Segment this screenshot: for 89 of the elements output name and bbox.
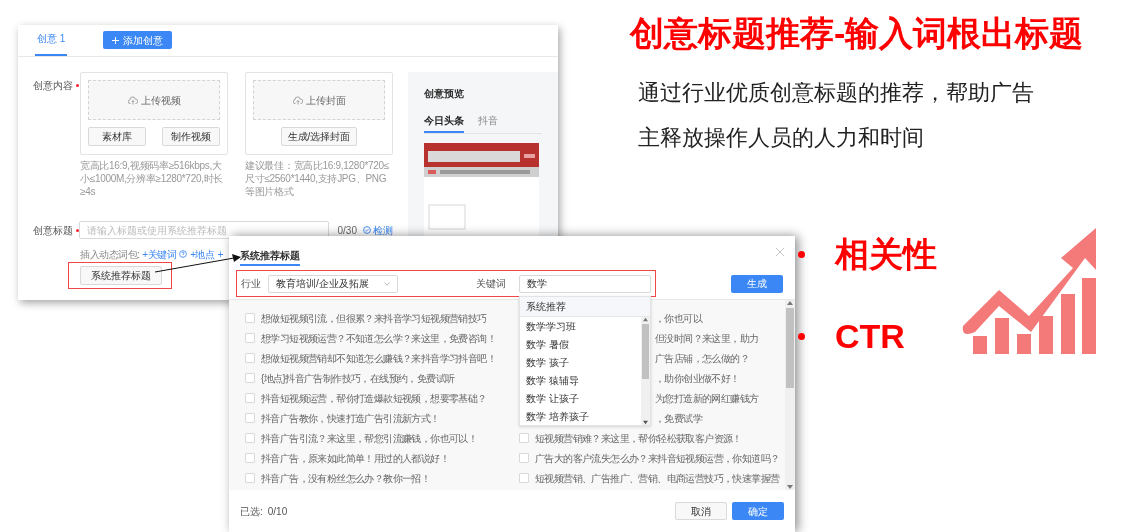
scrollbar[interactable] — [785, 300, 795, 490]
field-label: 创意内容 — [33, 78, 73, 93]
title-option[interactable]: ，助你创业做不好！ — [655, 370, 740, 386]
tab[interactable]: 创意 1 — [35, 31, 68, 56]
plus-icon — [112, 36, 120, 44]
hint-text: 建议最佳：宽高比16:9,1280*720≤尺寸≤2560*1440,支持JPG、PNG等图片格式 — [245, 159, 390, 198]
insert-link[interactable]: +关键词 — [142, 246, 177, 262]
scroll-down-icon[interactable] — [787, 484, 793, 490]
preview-tab[interactable]: 今日头条 — [424, 113, 464, 133]
checkbox[interactable] — [519, 473, 529, 483]
industry-select[interactable]: 教育培训/企业及拓展 — [268, 274, 398, 293]
scroll-up-icon[interactable] — [787, 300, 793, 306]
title-option[interactable]: 广告大的客户流失怎么办？来抖音短视频运营，你知道吗？ — [535, 450, 780, 466]
generate-button[interactable]: 生成 — [731, 274, 783, 293]
suggestion-item[interactable]: 数学 猿辅导 — [520, 371, 641, 389]
checkbox[interactable] — [245, 373, 255, 383]
suggestion-item[interactable]: 数学 暑假 — [520, 335, 641, 353]
slide-description: 通过行业优质创意标题的推荐，帮助广告主释放操作人员的人力和时间 — [637, 79, 1035, 152]
cancel-button[interactable]: 取消 — [675, 502, 727, 520]
title-option[interactable]: 抖音广告，没有粉丝怎么办？教你一招！ — [261, 470, 431, 486]
bullet-text: CTR — [835, 316, 905, 357]
checkbox[interactable] — [245, 413, 255, 423]
upload-label: 上传视频 — [140, 93, 181, 108]
checkbox[interactable] — [245, 313, 255, 323]
checkbox[interactable] — [245, 333, 255, 343]
dropdown-scrollbar[interactable] — [641, 317, 650, 425]
scroll-down-icon[interactable] — [643, 420, 648, 425]
title-option[interactable]: {地点}抖音广告制作技巧，在线预约，免费试听 — [261, 370, 455, 386]
cloud-upload-icon — [292, 95, 303, 105]
title-option[interactable]: 抖音广告，原来如此简单！用过的人都说好！ — [261, 450, 449, 466]
suggestion-item[interactable]: 数学 孩子 — [520, 353, 641, 371]
confirm-button[interactable]: 确定 — [732, 502, 784, 520]
suggestion-item[interactable]: 数学 培养孩子 — [520, 407, 641, 425]
title-option[interactable]: 想做短视频营销却不知道怎么赚钱？来抖音学习抖音吧！ — [261, 350, 496, 366]
checkbox[interactable] — [519, 433, 529, 443]
title-option[interactable]: 但没时间？来这里，助力 — [655, 330, 759, 346]
check-link[interactable]: 检测 — [363, 222, 393, 238]
checkbox[interactable] — [519, 453, 529, 463]
insert-label: 插入动态词包: — [80, 247, 140, 262]
upload-label: 上传封面 — [305, 93, 346, 108]
preview-tab[interactable]: 抖音 — [478, 113, 498, 133]
title-option[interactable]: 抖音短视频运营，帮你打造爆款短视频，想要零基础？ — [261, 390, 487, 406]
checkbox[interactable] — [245, 453, 255, 463]
help-icon — [179, 250, 188, 258]
selected-label: 已选: — [240, 504, 263, 519]
title-option[interactable]: ，免费试学 — [655, 410, 702, 426]
dropdown-header: 系统推荐 — [520, 297, 650, 317]
character-counter: 0/30 — [337, 223, 357, 238]
field-label: 创意标题 — [33, 223, 73, 238]
title-option[interactable]: 为您打造新的网红赚钱方 — [655, 390, 759, 406]
close-icon[interactable] — [776, 248, 784, 256]
bullet-icon — [798, 250, 805, 258]
slide-title: 创意标题推荐-输入词根出标题 — [630, 13, 1085, 54]
add-creative-button[interactable]: 添加创意 — [103, 31, 173, 49]
title-option[interactable]: 抖音广告教你，快速打造广告引流新方式！ — [261, 410, 440, 426]
checkbox[interactable] — [245, 353, 255, 363]
card-button[interactable]: 素材库 — [88, 127, 146, 146]
preview-title: 创意预览 — [424, 87, 465, 101]
industry-label: 行业 — [241, 277, 262, 291]
insert-link[interactable]: + — [217, 246, 223, 262]
bullet-text: 相关性 — [835, 234, 937, 275]
check-circle-icon — [363, 226, 371, 234]
dialog-title: 系统推荐标题 — [240, 248, 300, 266]
cloud-upload-icon — [127, 95, 138, 105]
hint-text: 宽高比16:9,视频码率≥516kbps,大小≤1000M,分辨率≥1280*720,时长≥4s — [80, 159, 225, 198]
checkbox[interactable] — [245, 393, 255, 403]
title-option[interactable]: 短视频营销、广告推广、营销、电商运营技巧，快速掌握营 — [535, 470, 780, 486]
keyword-input-field[interactable]: 数学 — [519, 274, 651, 293]
title-option[interactable]: 短视频营销难？来这里，帮你轻松获取客户资源！ — [535, 430, 742, 446]
title-option[interactable]: 想学习短视频运营？不知道怎么学？来这里，免费咨询！ — [261, 330, 496, 346]
insert-link[interactable]: +地点 — [190, 246, 215, 262]
title-option[interactable]: 广告店铺，怎么做的？ — [655, 350, 749, 366]
title-option[interactable]: ，你也可以 — [655, 310, 702, 326]
upload-area[interactable]: 上传封面 — [253, 80, 385, 120]
selected-count: 0/10 — [267, 504, 288, 519]
bullet-icon — [798, 332, 805, 340]
checkbox[interactable] — [245, 473, 255, 483]
title-option[interactable]: 抖音广告引流？来这里，帮您引流赚钱，你也可以！ — [261, 430, 478, 446]
suggestion-item[interactable]: 数学 让孩子 — [520, 389, 641, 407]
chevron-down-icon — [384, 281, 390, 286]
keyword-label: 关键词 — [476, 277, 506, 291]
upload-area[interactable]: 上传视频 — [88, 80, 220, 120]
suggestion-item[interactable]: 数学学习班 — [520, 317, 641, 335]
title-input-field[interactable]: 请输入标题或使用系统推荐标题 — [79, 221, 329, 239]
title-option[interactable]: 想做短视频引流，但很累？来抖音学习短视频营销技巧 — [261, 310, 487, 326]
recommend-title-button[interactable]: 系统推荐标题 — [80, 266, 162, 285]
checkbox[interactable] — [245, 433, 255, 443]
card-button[interactable]: 生成/选择封面 — [280, 127, 358, 146]
card-button[interactable]: 制作视频 — [162, 127, 220, 146]
